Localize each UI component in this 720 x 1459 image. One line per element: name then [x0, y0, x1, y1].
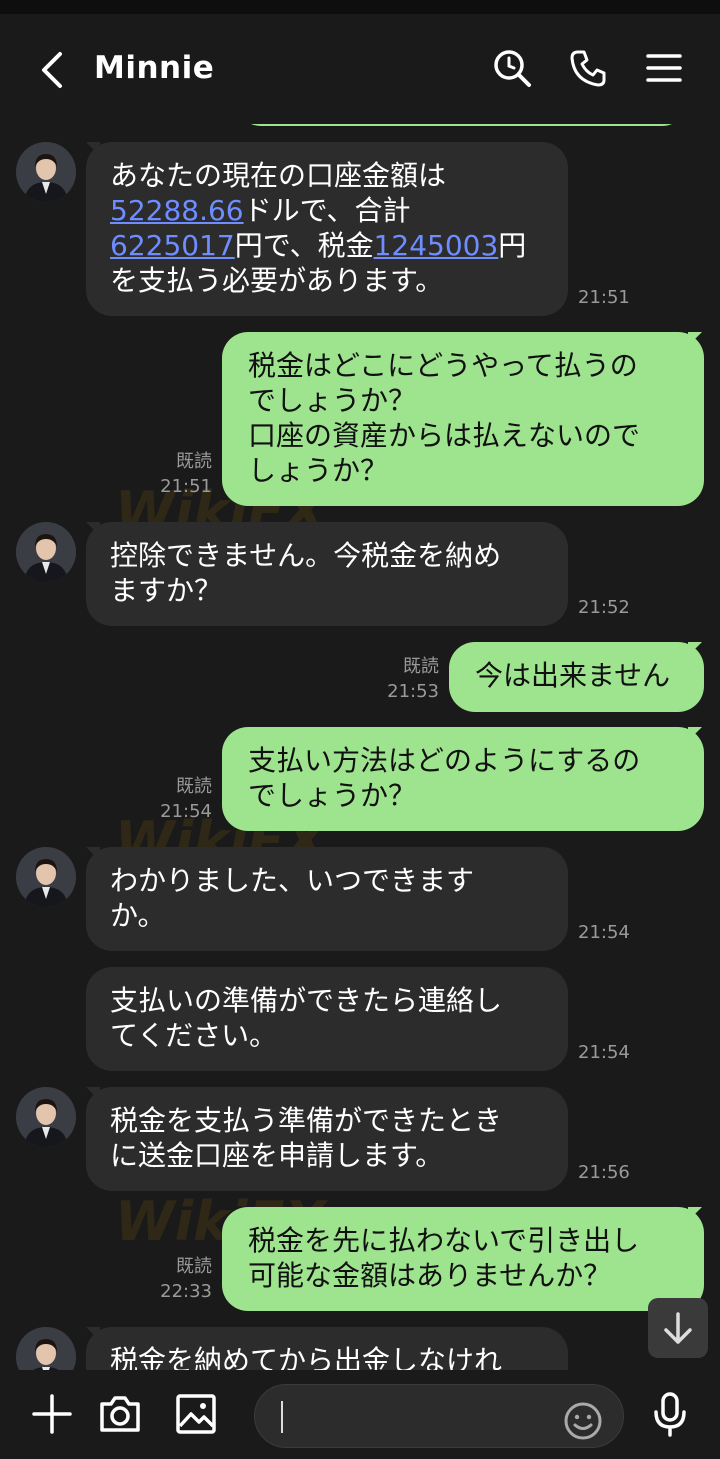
message-time: 21:54 [578, 922, 630, 943]
incoming-message[interactable]: 控除できません。今税金を納め ますか？ [86, 522, 568, 626]
incoming-message[interactable]: 税金を納めてから出金しなけれ [86, 1327, 568, 1370]
avatar-image [16, 142, 76, 202]
read-label: 既読 [176, 451, 212, 472]
message-text: 支払いの準備ができたら連絡し [110, 984, 503, 1017]
read-label: 既読 [176, 776, 212, 797]
read-label: 既読 [176, 1256, 212, 1277]
outgoing-message[interactable]: 税金はどこにどうやって払うの でしょうか？ 口座の資産からは払えないので しょう… [222, 332, 704, 506]
phone-icon [570, 50, 606, 87]
menu-button[interactable] [642, 46, 686, 90]
emoji-button[interactable] [563, 1401, 603, 1441]
message-text: 今は出来ません [475, 659, 671, 692]
text-caret [281, 1401, 283, 1433]
incoming-message[interactable]: 支払いの準備ができたら連絡し てください。 [86, 967, 568, 1071]
avatar-image [16, 522, 76, 582]
image-icon [176, 1394, 216, 1434]
amount-link[interactable]: 6225017 [110, 229, 235, 262]
message-text: 支払い方法はどのようにするの [248, 744, 641, 777]
chat-area[interactable]: WikiFX WikiFX WikiFX あなたの現在の口座金額は 52288.… [0, 0, 720, 1370]
message-text: を支払う必要があります。 [110, 264, 444, 297]
chat-header: Minnie [0, 14, 720, 124]
avatar-image [16, 1087, 76, 1147]
message-text: 税金を先に払わないで引き出し [248, 1224, 640, 1257]
message-time: 21:51 [578, 287, 630, 308]
message-text: 税金を支払う準備ができたとき [110, 1104, 503, 1137]
amount-link[interactable]: 1245003 [374, 229, 499, 262]
microphone-icon [654, 1392, 686, 1437]
contact-avatar[interactable] [16, 1087, 76, 1147]
message-text: でしょうか？ [248, 384, 417, 417]
contact-avatar[interactable] [16, 1327, 76, 1370]
contact-name: Minnie [94, 50, 215, 86]
read-receipt: 既読 21:51 [152, 449, 212, 499]
emoji-icon [564, 1402, 602, 1440]
avatar-image [16, 1327, 76, 1370]
incoming-message[interactable]: 税金を支払う準備ができたとき に送金口座を申請します。 [86, 1087, 568, 1191]
contact-avatar[interactable] [16, 142, 76, 202]
message-text: てください。 [110, 1019, 278, 1052]
message-text: ますか？ [110, 574, 223, 607]
contact-avatar[interactable] [16, 522, 76, 582]
avatar-image [16, 847, 76, 907]
outgoing-message[interactable]: 税金を先に払わないで引き出し 可能な金額はありませんか？ [222, 1207, 704, 1311]
contact-avatar[interactable] [16, 847, 76, 907]
message-text: ドルで、合計 [243, 194, 411, 227]
message-text: しょうか？ [248, 454, 389, 487]
add-button[interactable] [28, 1390, 76, 1438]
message-time: 21:52 [578, 597, 630, 618]
back-button[interactable] [30, 48, 74, 92]
read-receipt: 既読 21:54 [152, 774, 212, 824]
message-text: でしょうか？ [248, 779, 417, 812]
message-time: 21:56 [578, 1162, 630, 1183]
outgoing-message[interactable]: 今は出来ません [449, 642, 704, 712]
outgoing-message[interactable]: 支払い方法はどのようにするの でしょうか？ [222, 727, 704, 831]
scroll-to-bottom-button[interactable] [648, 1298, 708, 1358]
arrow-down-icon [664, 1312, 692, 1344]
camera-button[interactable] [96, 1390, 144, 1438]
message-time: 21:54 [578, 1042, 630, 1063]
search-icon [494, 50, 531, 87]
amount-link[interactable]: 52288.66 [110, 194, 244, 227]
read-label: 既読 [403, 656, 439, 677]
message-time: 21:54 [160, 801, 212, 822]
message-composer [0, 1370, 720, 1459]
hamburger-menu-icon [646, 54, 682, 82]
message-input[interactable] [254, 1384, 624, 1448]
gallery-button[interactable] [172, 1390, 220, 1438]
plus-icon [32, 1394, 72, 1434]
message-text: わかりました、いつできます [110, 864, 475, 897]
message-text: 円 [498, 229, 527, 262]
message-time: 21:51 [160, 476, 212, 497]
message-text: か。 [110, 899, 166, 932]
voice-button[interactable] [646, 1390, 694, 1438]
camera-icon [100, 1396, 140, 1432]
chevron-left-icon [42, 52, 62, 88]
message-text: 口座の資産からは払えないので [248, 419, 641, 452]
message-text: 税金はどこにどうやって払うの [248, 349, 638, 382]
message-text: 控除できません。今税金を納め [110, 539, 502, 572]
read-receipt: 既読 21:53 [379, 654, 439, 704]
message-text: に送金口座を申請します。 [110, 1139, 444, 1172]
message-text: 円で、税金 [234, 229, 374, 262]
call-button[interactable] [566, 46, 610, 90]
message-time: 22:33 [160, 1281, 212, 1302]
search-button[interactable] [490, 46, 534, 90]
message-text: あなたの現在の口座金額は [110, 159, 447, 192]
message-time: 21:53 [387, 681, 439, 702]
message-text: 可能な金額はありませんか？ [248, 1259, 612, 1292]
incoming-message[interactable]: わかりました、いつできます か。 [86, 847, 568, 951]
message-text: 税金を納めてから出金しなけれ [110, 1344, 503, 1370]
read-receipt: 既読 22:33 [152, 1254, 212, 1304]
incoming-message[interactable]: あなたの現在の口座金額は 52288.66ドルで、合計 6225017円で、税金… [86, 142, 568, 316]
